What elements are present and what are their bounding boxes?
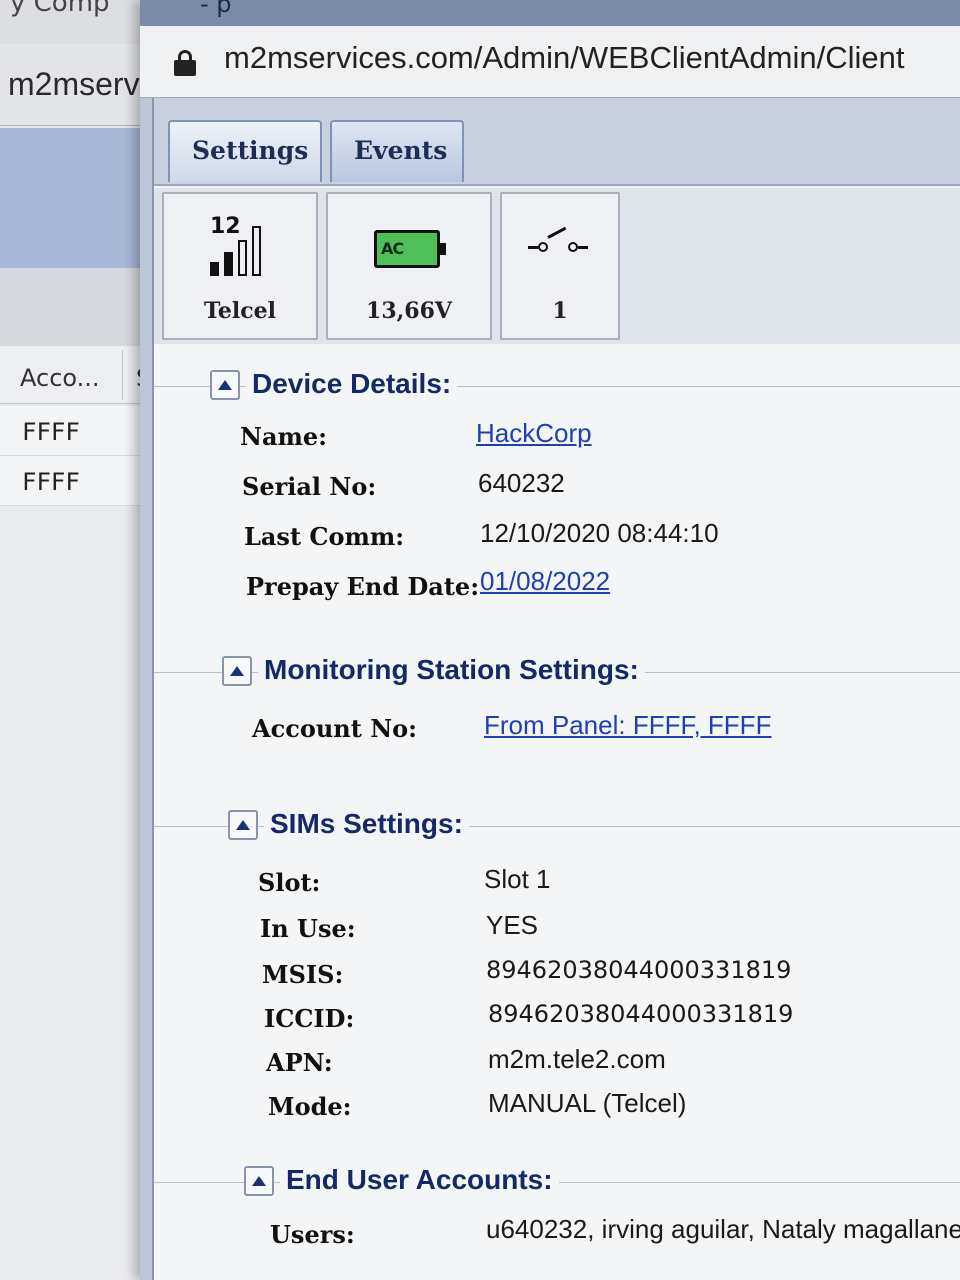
background-header-band <box>0 128 160 268</box>
power-voltage: 13,66V <box>366 298 452 324</box>
msis-label: MSIS: <box>262 960 344 989</box>
mode-value: MANUAL (Telcel) <box>488 1088 687 1118</box>
device-details-title: Device Details: <box>246 368 458 400</box>
serial-value: 640232 <box>478 468 565 498</box>
name-label: Name: <box>240 422 328 451</box>
collapse-monitoring-icon[interactable] <box>222 656 252 686</box>
prepay-end-date-label: Prepay End Date: <box>246 572 480 601</box>
prepay-end-date-link[interactable]: 01/08/2022 <box>480 566 610 597</box>
device-window: - p m2mservices.com/Admin/WEBClientAdmin… <box>140 0 960 1280</box>
collapse-device-details-icon[interactable] <box>210 370 240 400</box>
background-table-header: Acco... S <box>0 346 160 404</box>
relay-status-card[interactable]: 1 <box>500 192 620 340</box>
settings-panel: Settings Events 12 Telcel AC 13,66V 1 De… <box>152 98 960 1280</box>
device-details-header: Device Details: <box>154 364 960 408</box>
iccid-value: 89462038044000331819 <box>488 1000 794 1028</box>
msis-value: 89462038044000331819 <box>486 956 792 984</box>
switch-icon <box>528 226 588 260</box>
table-row[interactable]: FFFF 6 <box>0 406 160 456</box>
background-app-title-text: m2mserv <box>8 66 140 102</box>
serial-label: Serial No: <box>242 472 377 501</box>
status-row: 12 Telcel AC 13,66V 1 <box>154 188 960 344</box>
slot-label: Slot: <box>258 868 321 897</box>
background-toolbar <box>0 268 160 346</box>
battery-ac-text: AC <box>381 239 404 258</box>
window-title-bar[interactable]: - p <box>140 0 960 26</box>
tab-events-label: Events <box>354 136 448 165</box>
column-header-account[interactable]: Acco... <box>20 364 100 392</box>
tab-events[interactable]: Events <box>330 120 464 182</box>
users-label: Users: <box>270 1220 355 1249</box>
table-cell-account: FFFF <box>22 418 80 446</box>
sims-settings-header: SIMs Settings: <box>154 804 960 848</box>
signal-bars-icon <box>210 222 280 276</box>
signal-carrier: Telcel <box>204 298 276 324</box>
account-no-label: Account No: <box>252 714 417 743</box>
background-app-title[interactable]: m2mserv <box>0 44 160 126</box>
window-title-text: - p <box>200 0 232 18</box>
apn-label: APN: <box>266 1048 333 1077</box>
column-divider[interactable] <box>122 350 123 400</box>
last-comm-value: 12/10/2020 08:44:10 <box>480 518 719 548</box>
collapse-sims-icon[interactable] <box>228 810 258 840</box>
device-name-link[interactable]: HackCorp <box>476 418 592 449</box>
in-use-value: YES <box>486 910 539 940</box>
table-cell-account: FFFF <box>22 468 80 496</box>
apn-value: m2m.tele2.com <box>488 1044 666 1074</box>
in-use-label: In Use: <box>260 914 356 943</box>
sims-settings-title: SIMs Settings: <box>264 808 469 840</box>
end-user-accounts-header: End User Accounts: <box>154 1160 960 1204</box>
background-table-body <box>0 506 160 1280</box>
table-row[interactable]: FFFF 6 <box>0 456 160 506</box>
tab-settings[interactable]: Settings <box>168 120 322 182</box>
last-comm-label: Last Comm: <box>244 522 405 551</box>
monitoring-settings-header: Monitoring Station Settings: <box>154 650 960 694</box>
iccid-label: ICCID: <box>264 1004 355 1033</box>
lock-icon <box>174 50 196 76</box>
power-status-card[interactable]: AC 13,66V <box>326 192 492 340</box>
background-window: y Comp m2mserv Acco... S FFFF 6 FFFF 6 <box>0 0 160 1280</box>
slot-value: Slot 1 <box>484 864 551 894</box>
end-user-accounts-title: End User Accounts: <box>280 1164 559 1196</box>
background-title-strip: y Comp <box>0 0 160 44</box>
account-no-link[interactable]: From Panel: FFFF, FFFF <box>484 710 771 741</box>
users-value: u640232, irving aguilar, Nataly magallan… <box>486 1214 960 1244</box>
tab-bar: Settings Events <box>154 98 960 186</box>
relay-value: 1 <box>552 298 568 324</box>
signal-status-card[interactable]: 12 Telcel <box>162 192 318 340</box>
mode-label: Mode: <box>268 1092 352 1121</box>
address-bar[interactable]: m2mservices.com/Admin/WEBClientAdmin/Cli… <box>140 26 960 98</box>
battery-ac-icon: AC <box>374 230 446 268</box>
tab-settings-label: Settings <box>192 136 309 165</box>
url-text[interactable]: m2mservices.com/Admin/WEBClientAdmin/Cli… <box>224 40 904 76</box>
collapse-end-users-icon[interactable] <box>244 1166 274 1196</box>
background-title-text: y Comp <box>10 0 110 18</box>
monitoring-settings-title: Monitoring Station Settings: <box>258 654 645 686</box>
